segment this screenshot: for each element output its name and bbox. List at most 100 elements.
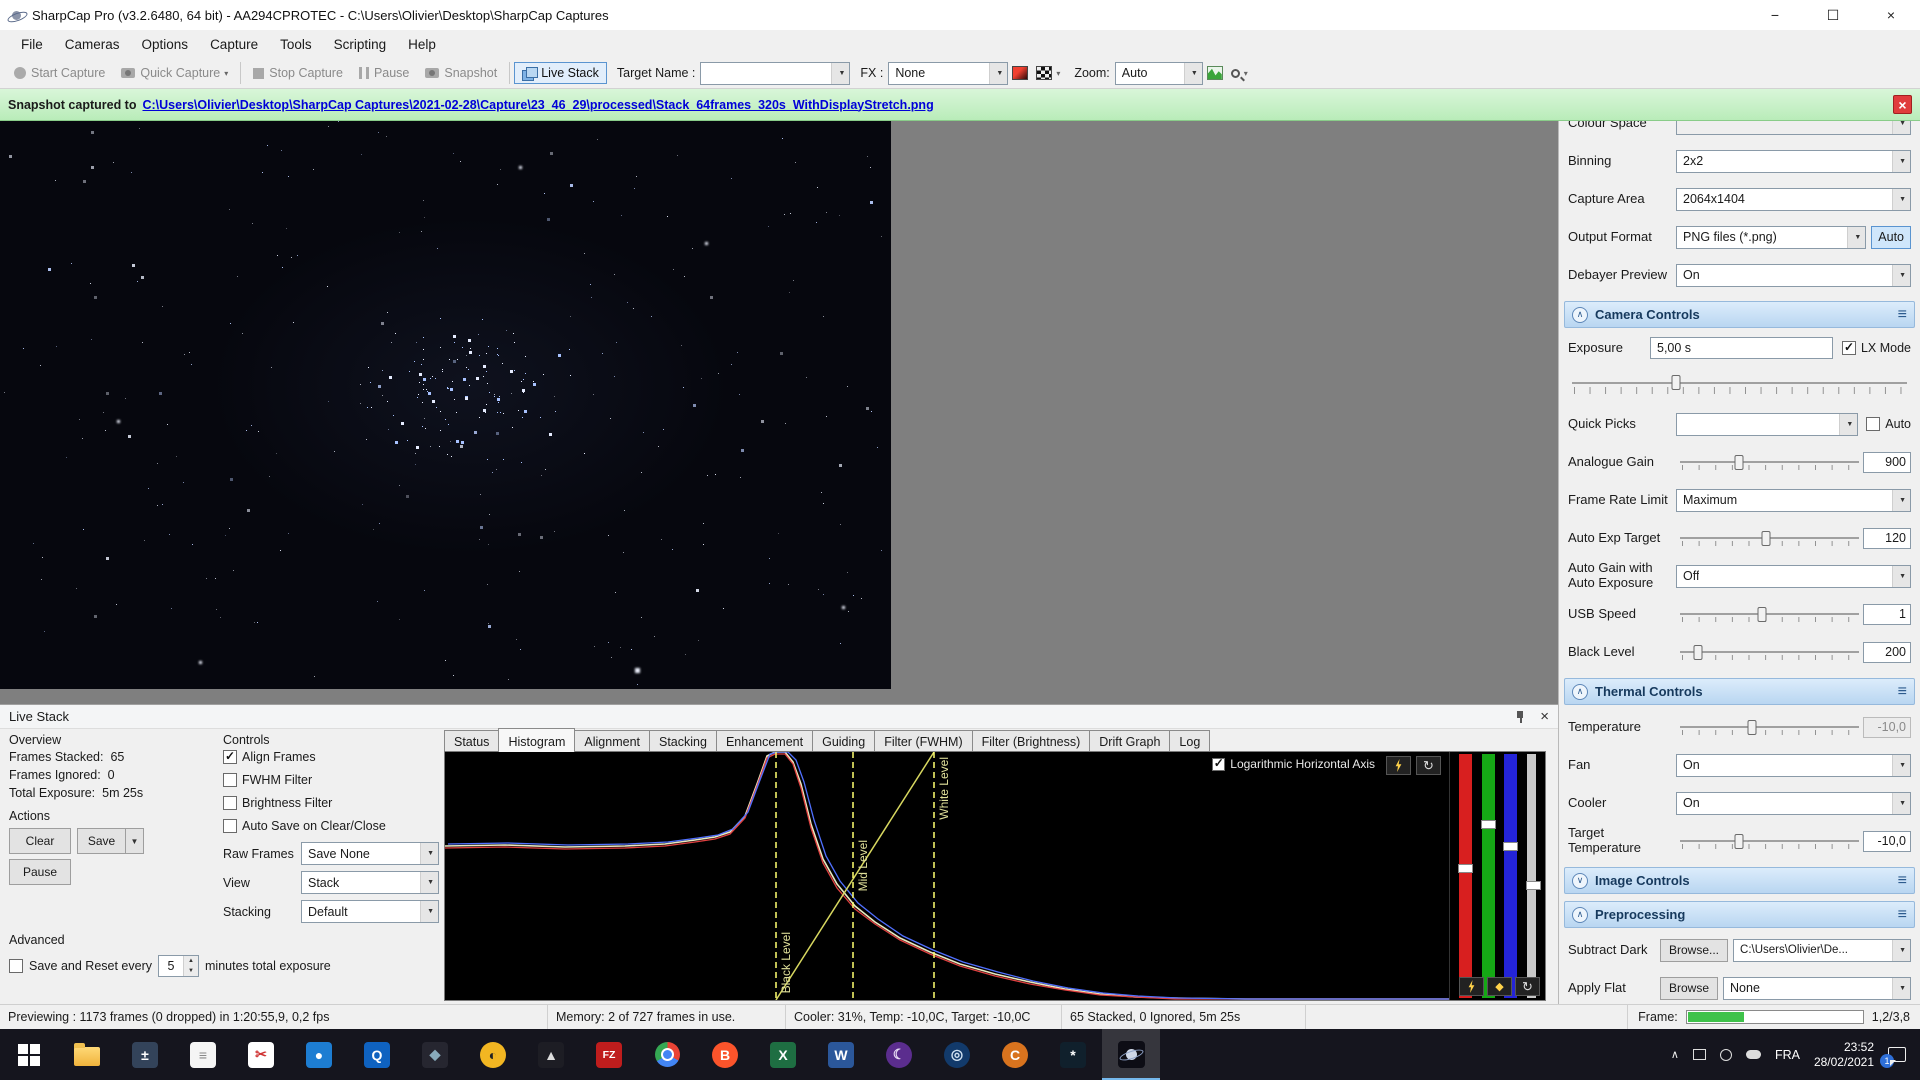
tab-drift-graph[interactable]: Drift Graph (1089, 730, 1170, 752)
lx-mode-checkbox[interactable] (1842, 341, 1856, 355)
luminance-level-handle[interactable] (1526, 881, 1541, 890)
clock[interactable]: 23:52 28/02/2021 (1814, 1040, 1874, 1070)
colour-level-sliders[interactable]: ◆ ↻ (1449, 752, 1545, 1000)
align-frames-checkbox[interactable] (223, 750, 237, 764)
blue-level-handle[interactable] (1503, 842, 1518, 851)
menu-help[interactable]: Help (397, 33, 447, 56)
target-name-select[interactable] (700, 62, 850, 85)
usb-speed-value[interactable]: 1 (1863, 604, 1911, 625)
file-explorer-icon[interactable] (58, 1029, 116, 1080)
notification-close-button[interactable]: × (1893, 95, 1912, 114)
screenshot-tool-icon[interactable]: ✂ (232, 1029, 290, 1080)
raw-frames-select[interactable]: Save None (301, 842, 439, 865)
orange-app-icon[interactable]: C (986, 1029, 1044, 1080)
save-button[interactable]: Save (77, 828, 125, 854)
word-icon[interactable]: W (812, 1029, 870, 1080)
section-menu-icon[interactable]: ≡ (1898, 906, 1907, 924)
close-button[interactable]: × (1862, 0, 1920, 30)
brave-icon[interactable]: B (696, 1029, 754, 1080)
usb-speed-slider[interactable] (1680, 604, 1859, 624)
fx-red-icon[interactable] (1008, 63, 1032, 83)
pause-stack-button[interactable]: Pause (9, 859, 71, 885)
live-stack-button[interactable]: Live Stack (514, 62, 607, 84)
tab-filter-brightness[interactable]: Filter (Brightness) (972, 730, 1091, 752)
section-menu-icon[interactable]: ≡ (1898, 683, 1907, 701)
dark-utility-2-icon[interactable]: ▲ (522, 1029, 580, 1080)
tray-monitor-icon[interactable] (1693, 1049, 1706, 1060)
tab-guiding[interactable]: Guiding (812, 730, 875, 752)
tab-status[interactable]: Status (444, 730, 499, 752)
menu-options[interactable]: Options (131, 33, 200, 56)
quick-picks-auto-checkbox[interactable] (1866, 417, 1880, 431)
tab-alignment[interactable]: Alignment (574, 730, 650, 752)
green-level-bar[interactable] (1482, 754, 1495, 998)
auto-exp-target-value[interactable]: 120 (1863, 528, 1911, 549)
stop-capture-button[interactable]: Stop Capture (245, 62, 351, 84)
notification-center-icon[interactable]: 1 (1888, 1047, 1906, 1062)
dark-utility-icon[interactable]: ◆ (406, 1029, 464, 1080)
menu-cameras[interactable]: Cameras (54, 33, 131, 56)
tray-expand-icon[interactable]: ∧ (1671, 1048, 1679, 1061)
black-level-slider[interactable] (1680, 642, 1859, 662)
q-app-icon[interactable]: Q (348, 1029, 406, 1080)
reset-levels-icon[interactable]: ↻ (1416, 756, 1441, 775)
menu-tools[interactable]: Tools (269, 33, 323, 56)
fan-select[interactable]: On (1676, 754, 1911, 777)
preprocessing-header[interactable]: ∧ Preprocessing ≡ (1564, 901, 1915, 928)
image-viewport[interactable] (0, 121, 1558, 704)
chrome-icon[interactable] (638, 1029, 696, 1080)
debayer-preview-select[interactable]: On (1676, 264, 1911, 287)
start-button[interactable] (0, 1029, 58, 1080)
stacking-select[interactable]: Default (301, 900, 439, 923)
capture-area-select[interactable]: 2064x1404 (1676, 188, 1911, 211)
tray-status-icon[interactable] (1720, 1049, 1732, 1061)
maximize-button[interactable]: ☐ (1804, 0, 1862, 30)
tab-histogram[interactable]: Histogram (498, 728, 575, 752)
tray-cloud-icon[interactable] (1746, 1050, 1761, 1059)
camera-controls-header[interactable]: ∧ Camera Controls ≡ (1564, 301, 1915, 328)
brightness-filter-checkbox[interactable] (223, 796, 237, 810)
target-temperature-slider[interactable] (1680, 831, 1859, 851)
binning-select[interactable]: 2x2 (1676, 150, 1911, 173)
expand-icon[interactable]: ∨ (1572, 873, 1588, 889)
snowflake-app-icon[interactable]: * (1044, 1029, 1102, 1080)
save-reset-checkbox[interactable] (9, 959, 23, 973)
analogue-gain-value[interactable]: 900 (1863, 452, 1911, 473)
output-format-auto-button[interactable]: Auto (1871, 226, 1911, 249)
purple-app-icon[interactable]: ☾ (870, 1029, 928, 1080)
menu-file[interactable]: File (10, 33, 54, 56)
live-stack-close-icon[interactable]: × (1540, 709, 1549, 724)
spinner-up-icon[interactable]: ▲ (184, 956, 198, 966)
histogram-plot[interactable]: Logarithmic Horizontal Axis ↻ Black Leve… (445, 752, 1449, 1000)
target-temperature-value[interactable]: -10,0 (1863, 831, 1911, 852)
excel-icon[interactable]: X (754, 1029, 812, 1080)
output-format-select[interactable]: PNG files (*.png) (1676, 226, 1866, 249)
yellow-app-icon[interactable]: ◐ (464, 1029, 522, 1080)
spinner-down-icon[interactable]: ▼ (184, 966, 198, 976)
start-capture-button[interactable]: Start Capture (6, 62, 113, 84)
magnifier-icon[interactable]: ▾ (1227, 66, 1252, 81)
apply-levels-icon[interactable]: ◆ (1487, 977, 1512, 996)
thermal-controls-header[interactable]: ∧ Thermal Controls ≡ (1564, 678, 1915, 705)
green-level-handle[interactable] (1481, 820, 1496, 829)
collapse-icon[interactable]: ∧ (1572, 307, 1588, 323)
zoom-select[interactable]: Auto (1115, 62, 1203, 85)
auto-stretch-icon[interactable] (1386, 756, 1411, 775)
tab-stacking[interactable]: Stacking (649, 730, 717, 752)
menu-scripting[interactable]: Scripting (323, 33, 398, 56)
pin-icon[interactable] (1515, 711, 1526, 723)
auto-gain-select[interactable]: Off (1676, 565, 1911, 588)
quick-capture-button[interactable]: Quick Capture▾ (113, 62, 236, 84)
auto-stretch-bottom-icon[interactable] (1459, 977, 1484, 996)
log-axis-toggle[interactable]: Logarithmic Horizontal Axis (1212, 757, 1375, 771)
clear-button[interactable]: Clear (9, 828, 71, 854)
calculator-icon[interactable]: ± (116, 1029, 174, 1080)
fx-checker-icon[interactable]: ▾ (1032, 63, 1064, 83)
apply-flat-browse-button[interactable]: Browse (1660, 977, 1718, 1000)
snapshot-path-link[interactable]: C:\Users\Olivier\Desktop\SharpCap Captur… (142, 98, 933, 112)
exposure-slider[interactable] (1572, 368, 1907, 402)
log-axis-checkbox[interactable] (1212, 758, 1225, 771)
frame-rate-limit-select[interactable]: Maximum (1676, 489, 1911, 512)
red-level-handle[interactable] (1458, 864, 1473, 873)
section-menu-icon[interactable]: ≡ (1898, 872, 1907, 890)
